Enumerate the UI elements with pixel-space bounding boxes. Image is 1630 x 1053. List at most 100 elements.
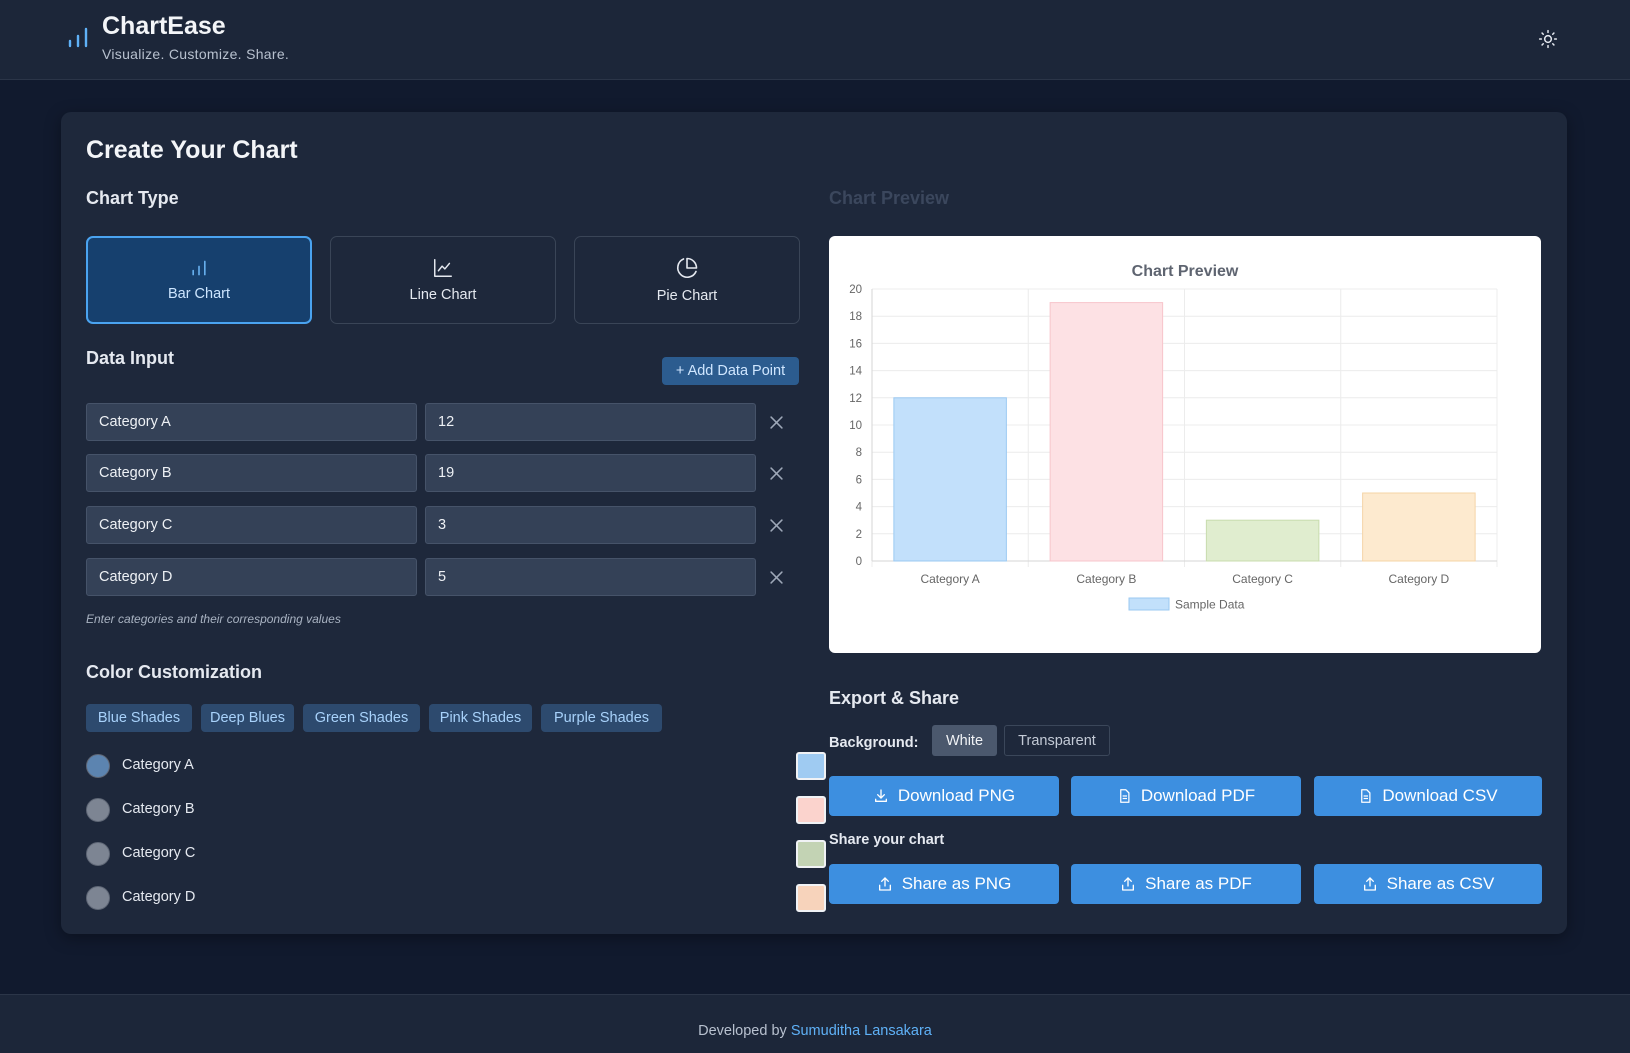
background-white-button[interactable]: White bbox=[932, 725, 997, 756]
export-share-heading: Export & Share bbox=[829, 688, 960, 708]
chart-builder-card: Create Your Chart Chart Type Bar Chart L… bbox=[61, 112, 1567, 934]
bar-chart-option[interactable]: Bar Chart bbox=[86, 236, 312, 324]
sun-icon bbox=[1538, 29, 1558, 49]
remove-row-button[interactable] bbox=[766, 463, 786, 483]
share-icon bbox=[1363, 877, 1376, 891]
download-csv-label: Download CSV bbox=[1382, 786, 1498, 805]
bar-chart-option-label: Bar Chart bbox=[167, 286, 231, 302]
remove-row-button[interactable] bbox=[766, 567, 786, 587]
theme-toggle-button[interactable] bbox=[1534, 25, 1562, 53]
y-tick-label: 8 bbox=[856, 447, 862, 459]
x-tick-label: Category B bbox=[1076, 572, 1136, 586]
legend-label: Sample Data bbox=[1175, 598, 1245, 612]
footer-prefix: Developed by bbox=[698, 1023, 791, 1039]
share-png-button[interactable]: Share as PNG bbox=[829, 864, 1059, 904]
download-icon bbox=[874, 789, 887, 802]
color-row-label: Category A bbox=[122, 757, 194, 773]
value-input[interactable]: 19 bbox=[425, 454, 756, 492]
pie-chart-option[interactable]: Pie Chart bbox=[574, 236, 800, 324]
category-input[interactable]: Category C bbox=[86, 506, 417, 544]
add-data-point-button[interactable]: + Add Data Point bbox=[662, 357, 799, 385]
preset-green-shades[interactable]: Green Shades bbox=[303, 704, 420, 732]
close-icon bbox=[769, 570, 783, 584]
close-icon bbox=[769, 466, 783, 480]
data-input-heading: Data Input bbox=[86, 348, 174, 368]
category-input[interactable]: Category A bbox=[86, 403, 417, 441]
line-chart-option-label: Line Chart bbox=[409, 287, 477, 303]
file-icon bbox=[1361, 789, 1371, 803]
app-footer: Developed by Sumuditha Lansakara bbox=[0, 994, 1630, 1053]
color-picker[interactable] bbox=[796, 840, 826, 868]
y-tick-label: 4 bbox=[856, 502, 863, 514]
y-tick-label: 20 bbox=[849, 284, 862, 296]
color-row: Category D bbox=[86, 885, 786, 911]
value-input[interactable]: 5 bbox=[425, 558, 756, 596]
page-title: Create Your Chart bbox=[86, 136, 298, 164]
y-tick-label: 0 bbox=[856, 556, 862, 568]
x-tick-label: Category A bbox=[920, 572, 979, 586]
remove-row-button[interactable] bbox=[766, 515, 786, 535]
preset-blue-shades[interactable]: Blue Shades bbox=[86, 704, 192, 732]
chart-title: Chart Preview bbox=[1132, 263, 1239, 280]
legend-swatch bbox=[1128, 597, 1170, 611]
chart-type-heading: Chart Type bbox=[86, 188, 179, 208]
color-row-label: Category C bbox=[122, 845, 196, 861]
file-icon bbox=[1119, 789, 1130, 803]
color-picker[interactable] bbox=[796, 884, 826, 912]
color-row-label: Category D bbox=[122, 889, 196, 905]
share-csv-button[interactable]: Share as CSV bbox=[1314, 864, 1542, 904]
y-tick-label: 2 bbox=[856, 529, 862, 541]
color-picker[interactable] bbox=[796, 796, 826, 824]
y-tick-label: 14 bbox=[849, 366, 862, 378]
bar-chart: Chart Preview 0 2 4 6 8 10 12 14 16 18 20 Category … bbox=[849, 263, 1498, 612]
preset-purple-shades[interactable]: Purple Shades bbox=[541, 704, 662, 732]
value-input[interactable]: 12 bbox=[425, 403, 756, 441]
app-tagline: Visualize. Customize. Share. bbox=[102, 46, 290, 62]
download-png-label: Download PNG bbox=[897, 786, 1016, 805]
x-tick-label: Category C bbox=[1232, 572, 1293, 586]
close-icon bbox=[769, 518, 783, 532]
category-input[interactable]: Category B bbox=[86, 454, 417, 492]
share-png-label: Share as PNG bbox=[901, 874, 1012, 893]
bar bbox=[1205, 519, 1320, 562]
chart-preview-heading: Chart Preview bbox=[829, 188, 950, 208]
x-tick-label: Category D bbox=[1389, 572, 1450, 586]
pie-chart-icon bbox=[677, 257, 698, 278]
line-chart-icon bbox=[434, 259, 452, 277]
bar-chart-icon bbox=[68, 27, 88, 48]
bar bbox=[1362, 492, 1476, 562]
color-indicator bbox=[86, 842, 110, 866]
remove-row-button[interactable] bbox=[766, 412, 786, 432]
data-input-hint: Enter categories and their corresponding… bbox=[86, 612, 341, 626]
color-indicator bbox=[86, 886, 110, 910]
share-icon bbox=[1122, 877, 1135, 891]
download-pdf-label: Download PDF bbox=[1140, 786, 1256, 805]
color-customization-heading: Color Customization bbox=[86, 662, 262, 682]
download-pdf-button[interactable]: Download PDF bbox=[1071, 776, 1301, 816]
preset-deep-blues[interactable]: Deep Blues bbox=[201, 704, 294, 732]
line-chart-option[interactable]: Line Chart bbox=[330, 236, 556, 324]
share-pdf-button[interactable]: Share as PDF bbox=[1071, 864, 1301, 904]
y-tick-label: 6 bbox=[856, 474, 862, 486]
background-transparent-button[interactable]: Transparent bbox=[1004, 725, 1110, 756]
color-indicator bbox=[86, 798, 110, 822]
color-row: Category A bbox=[86, 753, 786, 779]
preset-pink-shades[interactable]: Pink Shades bbox=[429, 704, 532, 732]
share-icon bbox=[878, 877, 891, 891]
author-link[interactable]: Sumuditha Lansakara bbox=[791, 1023, 932, 1039]
pie-chart-option-label: Pie Chart bbox=[656, 288, 718, 304]
background-label: Background: bbox=[829, 735, 919, 751]
color-row: Category B bbox=[86, 797, 786, 823]
download-png-button[interactable]: Download PNG bbox=[829, 776, 1059, 816]
color-indicator bbox=[86, 754, 110, 778]
download-csv-button[interactable]: Download CSV bbox=[1314, 776, 1542, 816]
y-tick-label: 18 bbox=[849, 311, 862, 323]
category-input[interactable]: Category D bbox=[86, 558, 417, 596]
value-input[interactable]: 3 bbox=[425, 506, 756, 544]
color-picker[interactable] bbox=[796, 752, 826, 780]
y-tick-label: 10 bbox=[849, 420, 862, 432]
share-csv-label: Share as CSV bbox=[1386, 874, 1495, 893]
chart-preview-panel: Chart Preview 0 2 4 6 8 10 12 14 16 18 20 Category … bbox=[829, 236, 1541, 653]
bar-chart-icon bbox=[192, 260, 206, 276]
share-pdf-label: Share as PDF bbox=[1145, 874, 1252, 893]
